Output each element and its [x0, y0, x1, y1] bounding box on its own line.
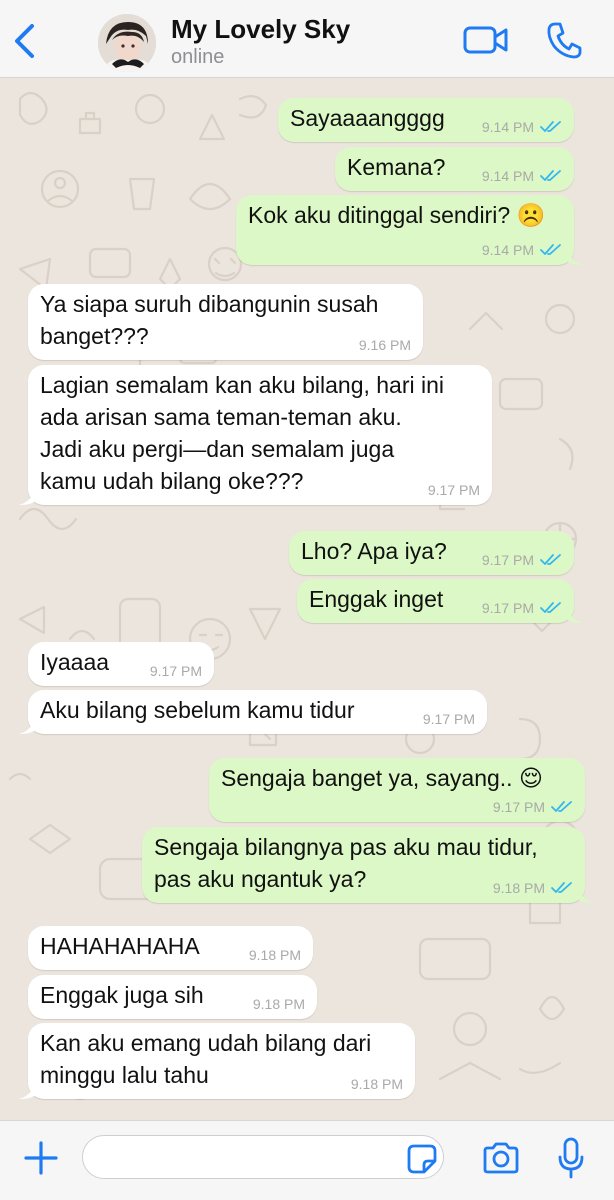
outgoing-message[interactable]: Lho? Apa iya? 9.17 PM: [289, 531, 574, 575]
message-meta: 9.18 PM: [249, 947, 301, 963]
double-check-icon: [551, 801, 572, 812]
message-meta: 9.17 PM: [150, 663, 202, 679]
message-text: Enggak juga sih: [40, 982, 204, 1008]
voice-call-button[interactable]: [546, 21, 582, 59]
message-time: 9.18 PM: [492, 880, 545, 896]
incoming-message[interactable]: Iyaaaa 9.17 PM: [28, 642, 214, 686]
message-text: Lho? Apa iya?: [301, 538, 447, 564]
message-time: 9.17 PM: [422, 711, 475, 727]
message-meta: 9.14 PM: [482, 242, 562, 258]
video-camera-icon: [463, 26, 508, 54]
double-check-icon: [551, 882, 572, 893]
sticker-button[interactable]: [406, 1143, 438, 1175]
message-input[interactable]: [82, 1135, 444, 1179]
attach-button[interactable]: [24, 1141, 58, 1175]
double-check-icon: [540, 554, 561, 565]
message-time: 9.18 PM: [248, 947, 301, 963]
message-text: Aku bilang sebelum kamu tidur: [40, 697, 355, 723]
message-time: 9.17 PM: [427, 482, 480, 498]
microphone-icon: [558, 1137, 584, 1179]
message-meta: 9.17 PM: [482, 600, 562, 616]
incoming-message[interactable]: Ya siapa suruh dibangunin susah banget??…: [28, 284, 423, 360]
message-meta: 9.18 PM: [253, 996, 305, 1012]
double-check-icon: [540, 244, 561, 255]
message-meta: 9.17 PM: [482, 552, 562, 568]
composer-bar: [0, 1120, 614, 1200]
message-text: Kemana?: [347, 154, 446, 180]
message-text: Enggak inget: [309, 586, 444, 612]
message-text: HAHAHAHAHA: [40, 933, 200, 959]
double-check-icon: [540, 170, 561, 181]
outgoing-message[interactable]: Enggak inget 9.17 PM: [297, 579, 583, 623]
message-text: Lagian semalam kan aku bilang, hari ini …: [40, 372, 445, 494]
message-text: Iyaaaa: [40, 649, 110, 675]
message-time: 9.16 PM: [358, 337, 411, 353]
incoming-message[interactable]: Enggak juga sih 9.18 PM: [28, 975, 317, 1019]
message-meta: 9.17 PM: [428, 482, 480, 498]
bubble-tail: [19, 716, 35, 734]
camera-button[interactable]: [481, 1141, 521, 1175]
message-time: 9.17 PM: [149, 663, 202, 679]
bubble-tail: [19, 1081, 35, 1099]
message-meta: 9.17 PM: [493, 799, 573, 815]
avatar-image: [98, 14, 156, 72]
incoming-message[interactable]: Lagian semalam kan aku bilang, hari ini …: [19, 365, 492, 505]
message-time: 9.14 PM: [481, 119, 534, 135]
message-time: 9.18 PM: [350, 1076, 403, 1092]
message-time: 9.17 PM: [492, 799, 545, 815]
phone-icon: [547, 22, 582, 59]
outgoing-message[interactable]: Kok aku ditinggal sendiri? ☹️ 9.14 PM: [236, 195, 583, 265]
sticker-icon: [407, 1144, 437, 1174]
bubble-tail: [578, 885, 594, 903]
bubble-tail: [19, 487, 35, 505]
bubble-tail: [567, 247, 583, 265]
message-text: Sengaja bilangnya pas aku mau tidur, pas…: [154, 834, 538, 892]
message-time: 9.18 PM: [252, 996, 305, 1012]
double-check-icon: [540, 121, 561, 132]
video-call-button[interactable]: [463, 24, 509, 56]
chat-area[interactable]: Sayaaaangggg 9.14 PM Kemana? 9.14 PM Kok aku…: [0, 79, 614, 1120]
plus-icon: [24, 1141, 58, 1175]
message-text: Sayaaaangggg: [290, 105, 445, 131]
message-time: 9.14 PM: [481, 242, 534, 258]
chevron-left-icon: [15, 24, 34, 58]
avatar[interactable]: [98, 14, 156, 72]
bubble-tail: [567, 605, 583, 623]
message-time: 9.14 PM: [481, 168, 534, 184]
message-meta: 9.14 PM: [482, 168, 562, 184]
message-time: 9.17 PM: [481, 600, 534, 616]
chat-header: My Lovely Sky online: [0, 0, 614, 78]
voice-message-button[interactable]: [557, 1137, 585, 1179]
message-text: Kan aku emang udah bilang dari minggu la…: [40, 1030, 372, 1088]
message-meta: 9.17 PM: [423, 711, 475, 727]
outgoing-message[interactable]: Sengaja banget ya, sayang.. 😌 9.17 PM: [209, 758, 585, 822]
incoming-message[interactable]: Aku bilang sebelum kamu tidur 9.17 PM: [19, 690, 487, 734]
message-meta: 9.18 PM: [351, 1076, 403, 1092]
message-text: Kok aku ditinggal sendiri? ☹️: [248, 202, 546, 228]
outgoing-message[interactable]: Sayaaaangggg 9.14 PM: [278, 98, 574, 142]
contact-status: online: [171, 46, 225, 68]
message-text: Sengaja banget ya, sayang.. 😌: [221, 765, 543, 791]
outgoing-message[interactable]: Kemana? 9.14 PM: [335, 147, 574, 191]
message-meta: 9.18 PM: [493, 880, 573, 896]
message-time: 9.17 PM: [481, 552, 534, 568]
back-button[interactable]: [10, 22, 40, 60]
double-check-icon: [540, 602, 561, 613]
incoming-message[interactable]: Kan aku emang udah bilang dari minggu la…: [19, 1023, 415, 1099]
incoming-message[interactable]: HAHAHAHAHA 9.18 PM: [28, 926, 313, 970]
camera-icon: [483, 1142, 519, 1174]
message-meta: 9.14 PM: [482, 119, 562, 135]
message-text: Ya siapa suruh dibangunin susah banget??…: [40, 291, 379, 349]
outgoing-message[interactable]: Sengaja bilangnya pas aku mau tidur, pas…: [142, 827, 594, 903]
contact-name[interactable]: My Lovely Sky: [171, 14, 350, 45]
message-meta: 9.16 PM: [359, 337, 411, 353]
